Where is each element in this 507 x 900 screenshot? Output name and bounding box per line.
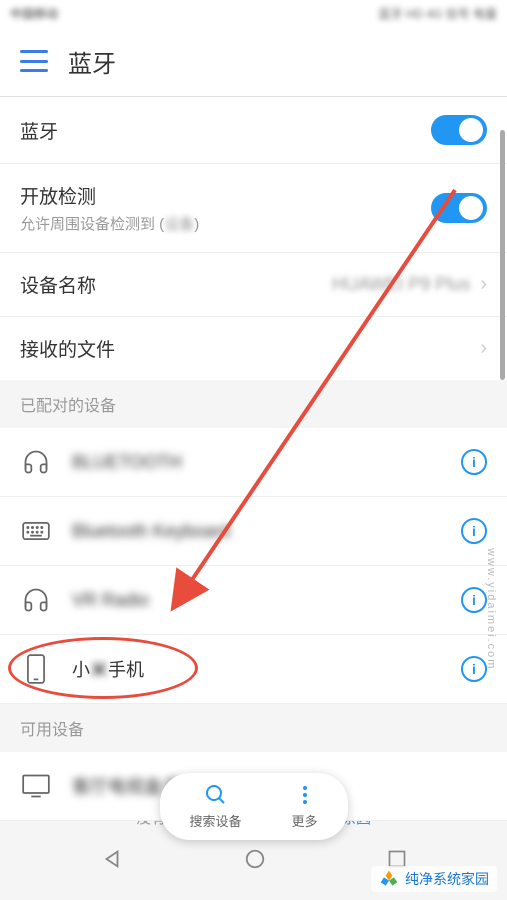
watermark-text: www.yidaimei.com [485, 548, 497, 670]
status-bar: 中国移动 蓝牙 HD 4G 信号 电量 [0, 0, 507, 26]
bluetooth-label: 蓝牙 [20, 117, 431, 144]
logo-icon [379, 869, 399, 889]
device-name-label: 设备名称 [20, 271, 332, 298]
device-name-text: VR Radio [72, 590, 461, 611]
scrollbar[interactable] [500, 130, 505, 380]
discovery-subtitle: 允许周围设备检测到 (设备) [20, 213, 431, 234]
status-left: 中国移动 [10, 5, 58, 22]
bluetooth-toggle-row[interactable]: 蓝牙 [0, 97, 507, 164]
bottom-action-bar: 搜索设备 更多 [159, 773, 347, 840]
chevron-right-icon: › [480, 337, 487, 360]
info-icon[interactable]: i [461, 587, 487, 613]
device-name-text: Bluetooth Keyboard [72, 521, 461, 542]
more-button[interactable]: 更多 [292, 783, 318, 830]
app-header: 蓝牙 [0, 26, 507, 96]
discovery-toggle-row[interactable]: 开放检测 允许周围设备检测到 (设备) [0, 164, 507, 253]
paired-device-row[interactable]: Bluetooth Keyboard i [0, 497, 507, 566]
headphones-icon [20, 446, 52, 478]
info-icon[interactable]: i [461, 518, 487, 544]
more-icon [293, 783, 317, 807]
home-icon[interactable] [244, 848, 266, 870]
back-icon[interactable] [101, 848, 123, 870]
info-icon[interactable]: i [461, 656, 487, 682]
keyboard-icon [20, 515, 52, 547]
available-section-header: 可用设备 [0, 704, 507, 752]
discovery-label: 开放检测 [20, 182, 431, 209]
monitor-icon [20, 770, 52, 802]
device-name-text: BLUETOOTH [72, 452, 461, 473]
device-name-text: 小米手机 [72, 656, 461, 682]
paired-device-row[interactable]: BLUETOOTH i [0, 428, 507, 497]
logo-watermark: 纯净系统家园 [371, 866, 497, 892]
menu-icon[interactable] [20, 50, 48, 72]
paired-section-header: 已配对的设备 [0, 380, 507, 428]
page-title: 蓝牙 [68, 44, 116, 79]
info-icon[interactable]: i [461, 449, 487, 475]
received-files-row[interactable]: 接收的文件 › [0, 317, 507, 380]
received-files-label: 接收的文件 [20, 335, 470, 362]
phone-icon [20, 653, 52, 685]
chevron-right-icon: › [480, 273, 487, 296]
headphones-icon [20, 584, 52, 616]
bluetooth-toggle[interactable] [431, 115, 487, 145]
device-name-row[interactable]: 设备名称 HUAWEI P9 Plus › [0, 253, 507, 317]
search-icon [203, 783, 227, 807]
search-devices-button[interactable]: 搜索设备 [189, 783, 241, 830]
paired-device-row[interactable]: VR Radio i [0, 566, 507, 635]
paired-device-row-highlighted[interactable]: 小米手机 i [0, 635, 507, 704]
discovery-toggle[interactable] [431, 193, 487, 223]
device-name-value: HUAWEI P9 Plus [332, 274, 470, 295]
status-right: 蓝牙 HD 4G 信号 电量 [378, 5, 497, 22]
